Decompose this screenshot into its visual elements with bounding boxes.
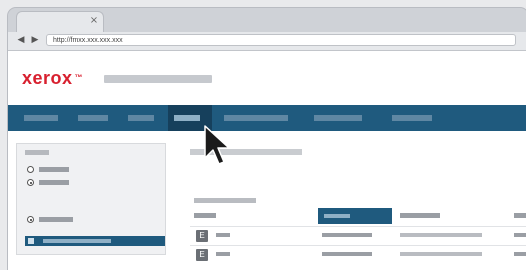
nav-item-3[interactable] — [128, 115, 154, 121]
logo-text: xerox — [22, 68, 73, 88]
browser-tab-strip: × — [8, 8, 526, 33]
radio-option-1[interactable] — [27, 166, 34, 173]
browser-tab[interactable]: × — [16, 11, 104, 33]
url-field[interactable]: http://fmxx.xxx.xxx.xxx — [46, 34, 516, 46]
table-row[interactable]: E — [190, 226, 526, 245]
brand-header: xerox ™ — [8, 51, 526, 105]
app-title — [104, 75, 212, 83]
table-caption — [194, 198, 256, 203]
nav-item-4-label — [174, 115, 200, 121]
table-cell — [322, 252, 372, 256]
address-bar-row: ◀ ▶ http://fmxx.xxx.xxx.xxx — [8, 32, 526, 51]
folder-icon — [28, 238, 34, 244]
radio-option-2-label — [39, 180, 69, 185]
nav-item-5[interactable] — [224, 115, 288, 121]
table-cell — [216, 252, 230, 256]
radio-option-1-label — [39, 167, 69, 172]
column-header-4[interactable] — [514, 213, 526, 218]
document-icon: E — [196, 230, 208, 242]
panel-heading — [25, 150, 49, 155]
forward-icon[interactable]: ▶ — [30, 35, 40, 45]
list-item-selected-label — [43, 239, 111, 243]
radio-option-3[interactable] — [27, 216, 34, 223]
column-header-1[interactable] — [194, 213, 216, 218]
logo-mark: ™ — [74, 73, 84, 82]
main-nav — [8, 105, 526, 131]
table-cell — [514, 252, 526, 256]
web-page: xerox ™ E E — [8, 51, 526, 270]
list-item-selected[interactable] — [25, 236, 165, 246]
document-icon: E — [196, 249, 208, 261]
browser-window: × ◀ ▶ http://fmxx.xxx.xxx.xxx xerox ™ E … — [8, 8, 526, 270]
column-header-2-label — [324, 214, 350, 218]
table-header — [190, 208, 526, 224]
back-icon[interactable]: ◀ — [16, 35, 26, 45]
table-cell — [216, 233, 230, 237]
table-cell — [400, 252, 482, 256]
table-cell — [514, 233, 526, 237]
table-cell — [322, 233, 372, 237]
close-icon[interactable]: × — [89, 16, 99, 26]
table-row[interactable]: E — [190, 245, 526, 264]
filter-panel — [16, 143, 166, 255]
nav-item-2[interactable] — [78, 115, 108, 121]
radio-option-3-label — [39, 217, 73, 222]
column-header-2-active[interactable] — [318, 208, 392, 224]
nav-item-6[interactable] — [314, 115, 362, 121]
nav-item-1[interactable] — [24, 115, 58, 121]
table-cell — [400, 233, 482, 237]
column-header-3[interactable] — [400, 213, 440, 218]
xerox-logo: xerox ™ — [22, 68, 83, 88]
radio-option-2[interactable] — [27, 179, 34, 186]
main-content: E E — [8, 131, 526, 270]
mouse-pointer-icon — [204, 125, 230, 165]
nav-item-7[interactable] — [392, 115, 432, 121]
